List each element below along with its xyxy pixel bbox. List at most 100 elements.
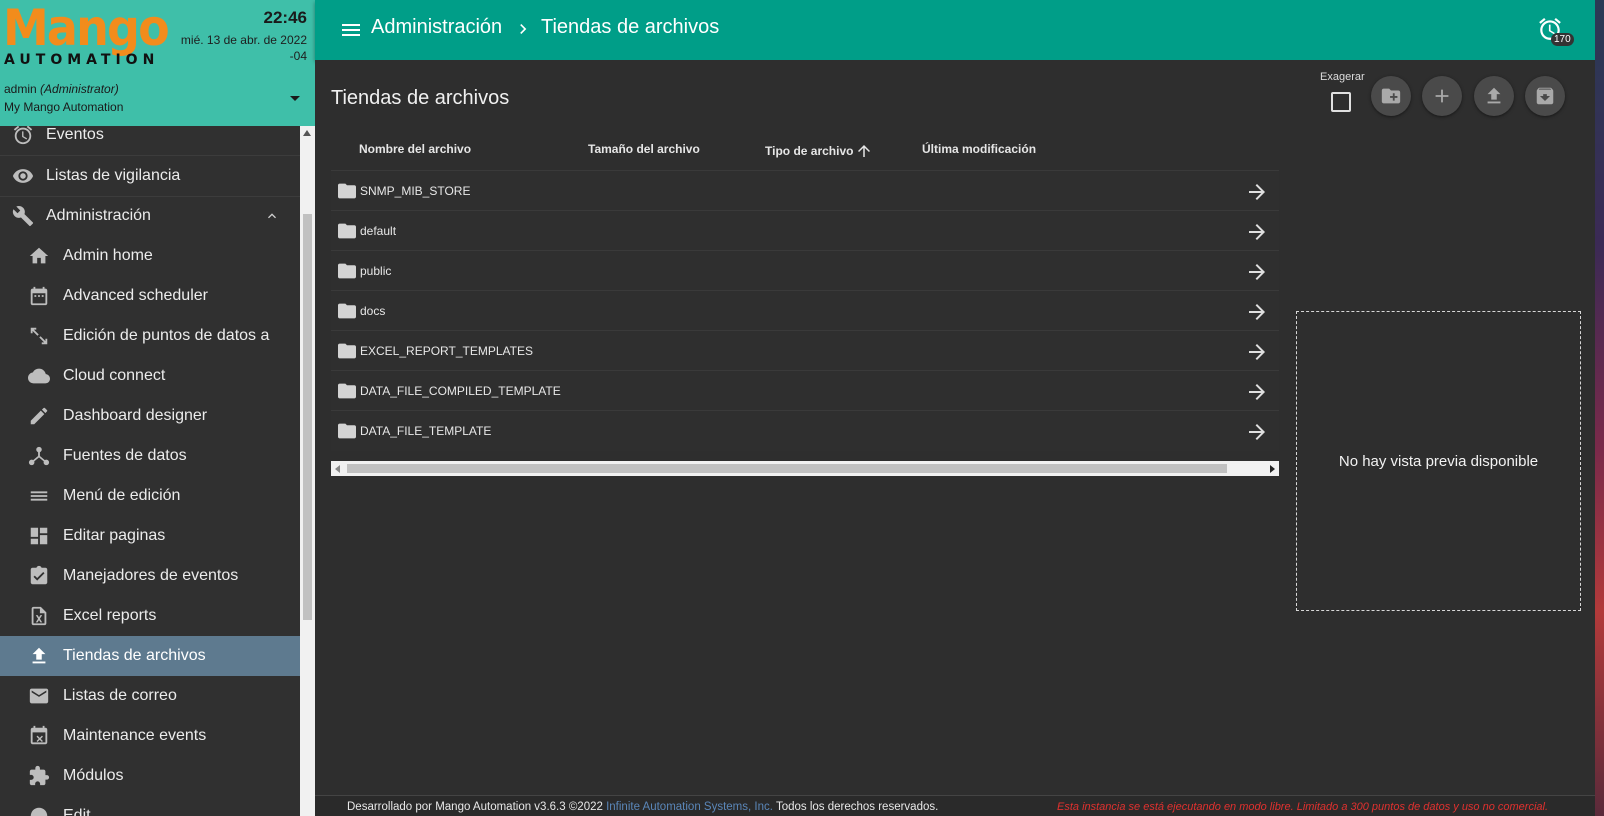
- sidebar-item-fuentes-de-datos[interactable]: Fuentes de datos: [0, 436, 300, 476]
- user-menu-dropdown-icon[interactable]: [288, 94, 302, 104]
- sidebar-item-listas-de-correo[interactable]: Listas de correo: [0, 676, 300, 716]
- sidebar-item-edit[interactable]: Edit...: [0, 796, 300, 816]
- folder-icon: [337, 262, 357, 280]
- clipboard-check-icon: [28, 565, 50, 587]
- preview-message: No hay vista previa disponible: [1338, 452, 1539, 470]
- chevron-right-icon: [513, 19, 533, 39]
- file-name: docs: [360, 304, 386, 318]
- alarm-count-badge[interactable]: 170: [1551, 33, 1574, 46]
- background-strip: [1595, 0, 1604, 816]
- sidebar-item-cloud-connect[interactable]: Cloud connect: [0, 356, 300, 396]
- table-row[interactable]: public: [331, 250, 1279, 291]
- upload-icon: [28, 645, 50, 667]
- column-header-modified[interactable]: Última modificación: [922, 142, 1036, 156]
- arrow-right-icon[interactable]: [1245, 300, 1269, 324]
- arrow-right-icon[interactable]: [1245, 340, 1269, 364]
- column-header-type[interactable]: Tipo de archivo: [765, 142, 873, 160]
- folder-icon: [337, 342, 357, 360]
- sidebar-item-listas-de-vigilancia[interactable]: Listas de vigilancia: [0, 156, 300, 196]
- sidebar-item-advanced-scheduler[interactable]: Advanced scheduler: [0, 276, 300, 316]
- arrow-right-icon[interactable]: [1245, 380, 1269, 404]
- sidebar-item-label: Cloud connect: [63, 367, 166, 384]
- scroll-left-arrow-icon[interactable]: [335, 465, 340, 473]
- user-role: (Administrator): [40, 82, 119, 96]
- breadcrumb-administracion[interactable]: Administración: [371, 16, 502, 39]
- company-link[interactable]: Infinite Automation Systems, Inc.: [606, 801, 773, 813]
- table-row[interactable]: SNMP_MIB_STORE: [331, 170, 1279, 211]
- sidebar-item-editar-paginas[interactable]: Editar paginas: [0, 516, 300, 556]
- column-header-name[interactable]: Nombre del archivo: [359, 142, 471, 156]
- folder-icon: [337, 222, 357, 240]
- sidebar-item-menu-de-edicion[interactable]: Menú de edición: [0, 476, 300, 516]
- folder-icon: [337, 182, 357, 200]
- table-horizontal-scrollbar[interactable]: [331, 461, 1279, 476]
- menu-icon[interactable]: [339, 18, 363, 42]
- sidebar-item-tiendas-de-archivos[interactable]: Tiendas de archivos: [0, 636, 300, 676]
- free-mode-warning: Esta instancia se está ejecutando en mod…: [1057, 801, 1549, 813]
- file-preview-panel: No hay vista previa disponible: [1296, 311, 1581, 611]
- sidebar-item-label: Manejadores de eventos: [63, 567, 239, 584]
- file-name: default: [360, 224, 397, 238]
- dashboard-icon: [28, 525, 50, 547]
- column-header-size[interactable]: Tamaño del archivo: [588, 142, 700, 156]
- add-file-button[interactable]: [1422, 76, 1462, 116]
- globe-icon: [28, 805, 50, 816]
- table-row[interactable]: default: [331, 210, 1279, 251]
- alarm-clock-icon: [12, 126, 34, 146]
- new-folder-button[interactable]: [1371, 76, 1411, 116]
- sidebar-item-label: Edit...: [63, 807, 104, 816]
- arrow-right-icon[interactable]: [1245, 420, 1269, 444]
- scroll-right-arrow-icon[interactable]: [1270, 465, 1275, 473]
- sidebar-item-maintenance-events[interactable]: Maintenance events: [0, 716, 300, 756]
- file-name: DATA_FILE_COMPILED_TEMPLATE: [360, 384, 561, 398]
- sidebar-header: Mango AUTOMATION 22:46 mié. 13 de abr. d…: [0, 0, 315, 126]
- sidebar-item-manejadores-de-eventos[interactable]: Manejadores de eventos: [0, 556, 300, 596]
- archive-icon: [1536, 87, 1554, 105]
- sidebar-item-administracion[interactable]: Administración: [0, 196, 300, 236]
- mail-icon: [28, 685, 50, 707]
- puzzle-icon: [28, 765, 50, 787]
- scrollbar-thumb[interactable]: [303, 214, 312, 620]
- sidebar-item-eventos[interactable]: Eventos: [0, 126, 300, 155]
- top-bar: Administración Tiendas de archivos 170: [315, 0, 1595, 60]
- sort-ascending-icon: [858, 145, 871, 157]
- column-label: Tipo de archivo: [765, 144, 854, 158]
- table-row[interactable]: DATA_FILE_TEMPLATE: [331, 410, 1279, 451]
- scroll-up-arrow-icon[interactable]: [303, 130, 311, 136]
- sidebar-item-excel-reports[interactable]: Excel reports: [0, 596, 300, 636]
- download-archive-button[interactable]: [1525, 76, 1565, 116]
- sidebar-item-label: Maintenance events: [63, 727, 207, 744]
- chevron-up-icon[interactable]: [264, 208, 280, 224]
- upload-button[interactable]: [1474, 76, 1514, 116]
- resize-icon: [28, 325, 50, 347]
- plus-icon: [1435, 89, 1449, 103]
- exaggerate-label: Exagerar: [1320, 71, 1365, 83]
- arrow-right-icon[interactable]: [1245, 220, 1269, 244]
- exaggerate-checkbox[interactable]: [1331, 92, 1351, 112]
- sidebar-item-modulos[interactable]: Módulos: [0, 756, 300, 796]
- folder-icon: [337, 302, 357, 320]
- table-row[interactable]: docs: [331, 290, 1279, 331]
- file-name: public: [360, 264, 392, 278]
- table-row[interactable]: DATA_FILE_COMPILED_TEMPLATE: [331, 370, 1279, 411]
- logo[interactable]: Mango: [3, 0, 170, 56]
- sidebar-scrollbar[interactable]: [300, 126, 315, 816]
- sidebar-item-dashboard-designer[interactable]: Dashboard designer: [0, 396, 300, 436]
- sidebar-item-label: Edición de puntos de datos a: [63, 327, 270, 344]
- clock-date: mié. 13 de abr. de 2022: [180, 33, 307, 47]
- user-name: admin (Administrator): [4, 82, 119, 96]
- arrow-right-icon[interactable]: [1245, 260, 1269, 284]
- sidebar-item-label: Admin home: [63, 247, 153, 264]
- footer-suffix: Todos los derechos reservados.: [775, 801, 939, 813]
- sidebar-item-label: Eventos: [46, 126, 104, 143]
- sidebar-item-admin-home[interactable]: Admin home: [0, 236, 300, 276]
- sidebar-item-bulk-edit[interactable]: Edición de puntos de datos a: [0, 316, 300, 356]
- footer-copyright: Desarrollado por Mango Automation v3.6.3…: [347, 801, 938, 813]
- scrollbar-thumb[interactable]: [347, 464, 1227, 473]
- sidebar-item-label: Dashboard designer: [63, 407, 208, 424]
- arrow-right-icon[interactable]: [1245, 180, 1269, 204]
- table-row[interactable]: EXCEL_REPORT_TEMPLATES: [331, 330, 1279, 371]
- excel-icon: [28, 605, 50, 627]
- footer-prefix: Desarrollado por Mango Automation v3.6.3…: [347, 801, 603, 813]
- list-icon: [28, 485, 50, 507]
